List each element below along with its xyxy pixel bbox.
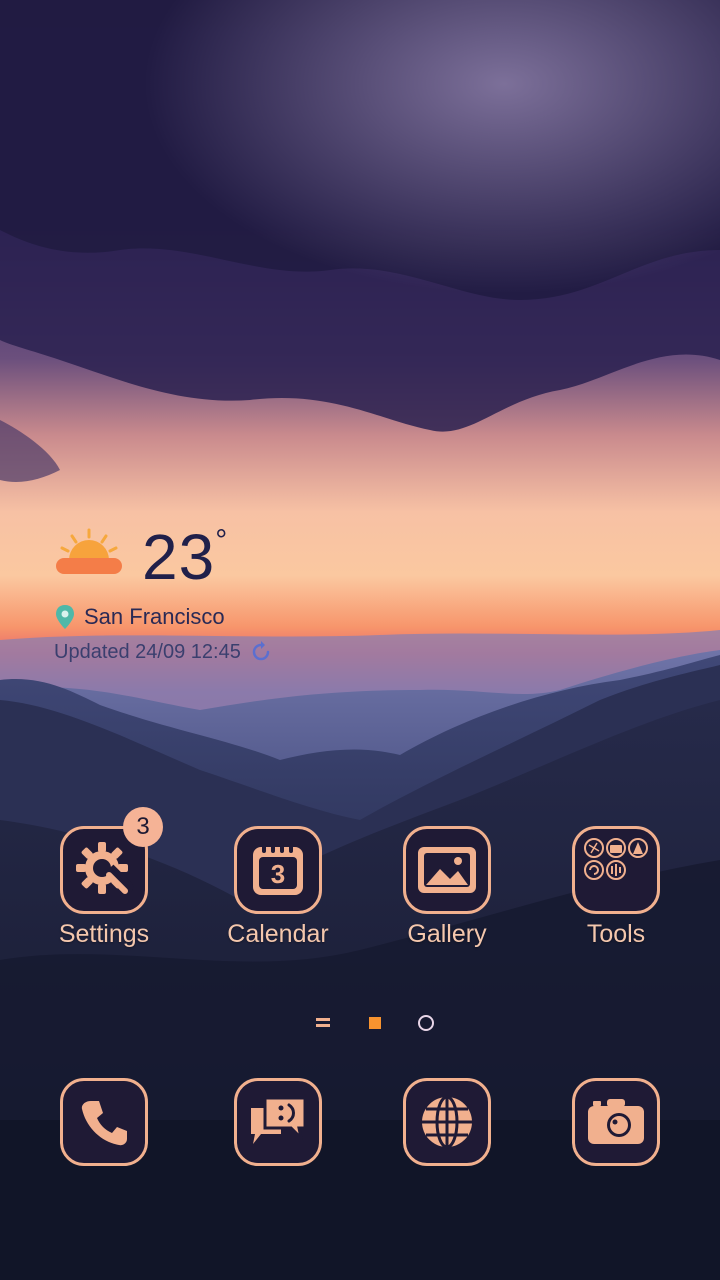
app-folder-tools[interactable]: Tools	[546, 826, 686, 949]
page-dot-menu-icon[interactable]	[316, 1018, 330, 1027]
image-icon	[418, 847, 476, 893]
folder-grid-icon	[584, 838, 648, 880]
settings-tile[interactable]: 3	[60, 807, 163, 914]
app-label: Tools	[586, 920, 646, 948]
app-label: Gallery	[407, 920, 487, 948]
dock-phone[interactable]	[34, 1078, 174, 1166]
updated-text: Updated 24/09 12:45	[54, 640, 241, 663]
dock-camera[interactable]	[546, 1078, 686, 1166]
calendar-icon: 3	[253, 843, 303, 895]
gallery-tile[interactable]	[403, 826, 491, 914]
app-calendar[interactable]: 3 Calendar	[208, 826, 348, 949]
dock-messages[interactable]	[208, 1078, 348, 1166]
page-dot-current[interactable]	[369, 1017, 381, 1029]
message-icon	[251, 1096, 307, 1144]
refresh-icon[interactable]	[249, 640, 273, 664]
page-dot[interactable]	[418, 1015, 434, 1031]
tools-folder-tile[interactable]	[572, 826, 660, 914]
messages-tile[interactable]	[234, 1078, 322, 1166]
city-name: San Francisco	[84, 604, 225, 629]
location-pin-icon	[56, 605, 74, 629]
phone-tile[interactable]	[60, 1078, 148, 1166]
location: San Francisco	[54, 604, 225, 630]
phone-icon	[81, 1101, 127, 1146]
app-settings[interactable]: 3 Settings	[34, 807, 174, 949]
app-gallery[interactable]: Gallery	[377, 826, 517, 949]
sun-behind-cloud-icon	[56, 528, 122, 574]
app-label: Settings	[58, 920, 150, 948]
app-label: Calendar	[227, 920, 329, 948]
notification-badge: 3	[123, 807, 163, 847]
browser-tile[interactable]	[403, 1078, 491, 1166]
temperature-value: 23	[142, 521, 216, 593]
degree-symbol: °	[215, 524, 229, 557]
temperature: 23°	[142, 520, 228, 594]
gear-wrench-icon	[76, 842, 134, 894]
calendar-date: 3	[271, 859, 285, 889]
globe-icon	[422, 1095, 472, 1149]
camera-tile[interactable]	[572, 1078, 660, 1166]
dock-browser[interactable]	[377, 1078, 517, 1166]
page-indicator[interactable]	[0, 1010, 720, 1036]
updated-status: Updated 24/09 12:45	[54, 640, 273, 664]
calendar-tile[interactable]: 3	[234, 826, 322, 914]
camera-icon	[588, 1099, 644, 1144]
